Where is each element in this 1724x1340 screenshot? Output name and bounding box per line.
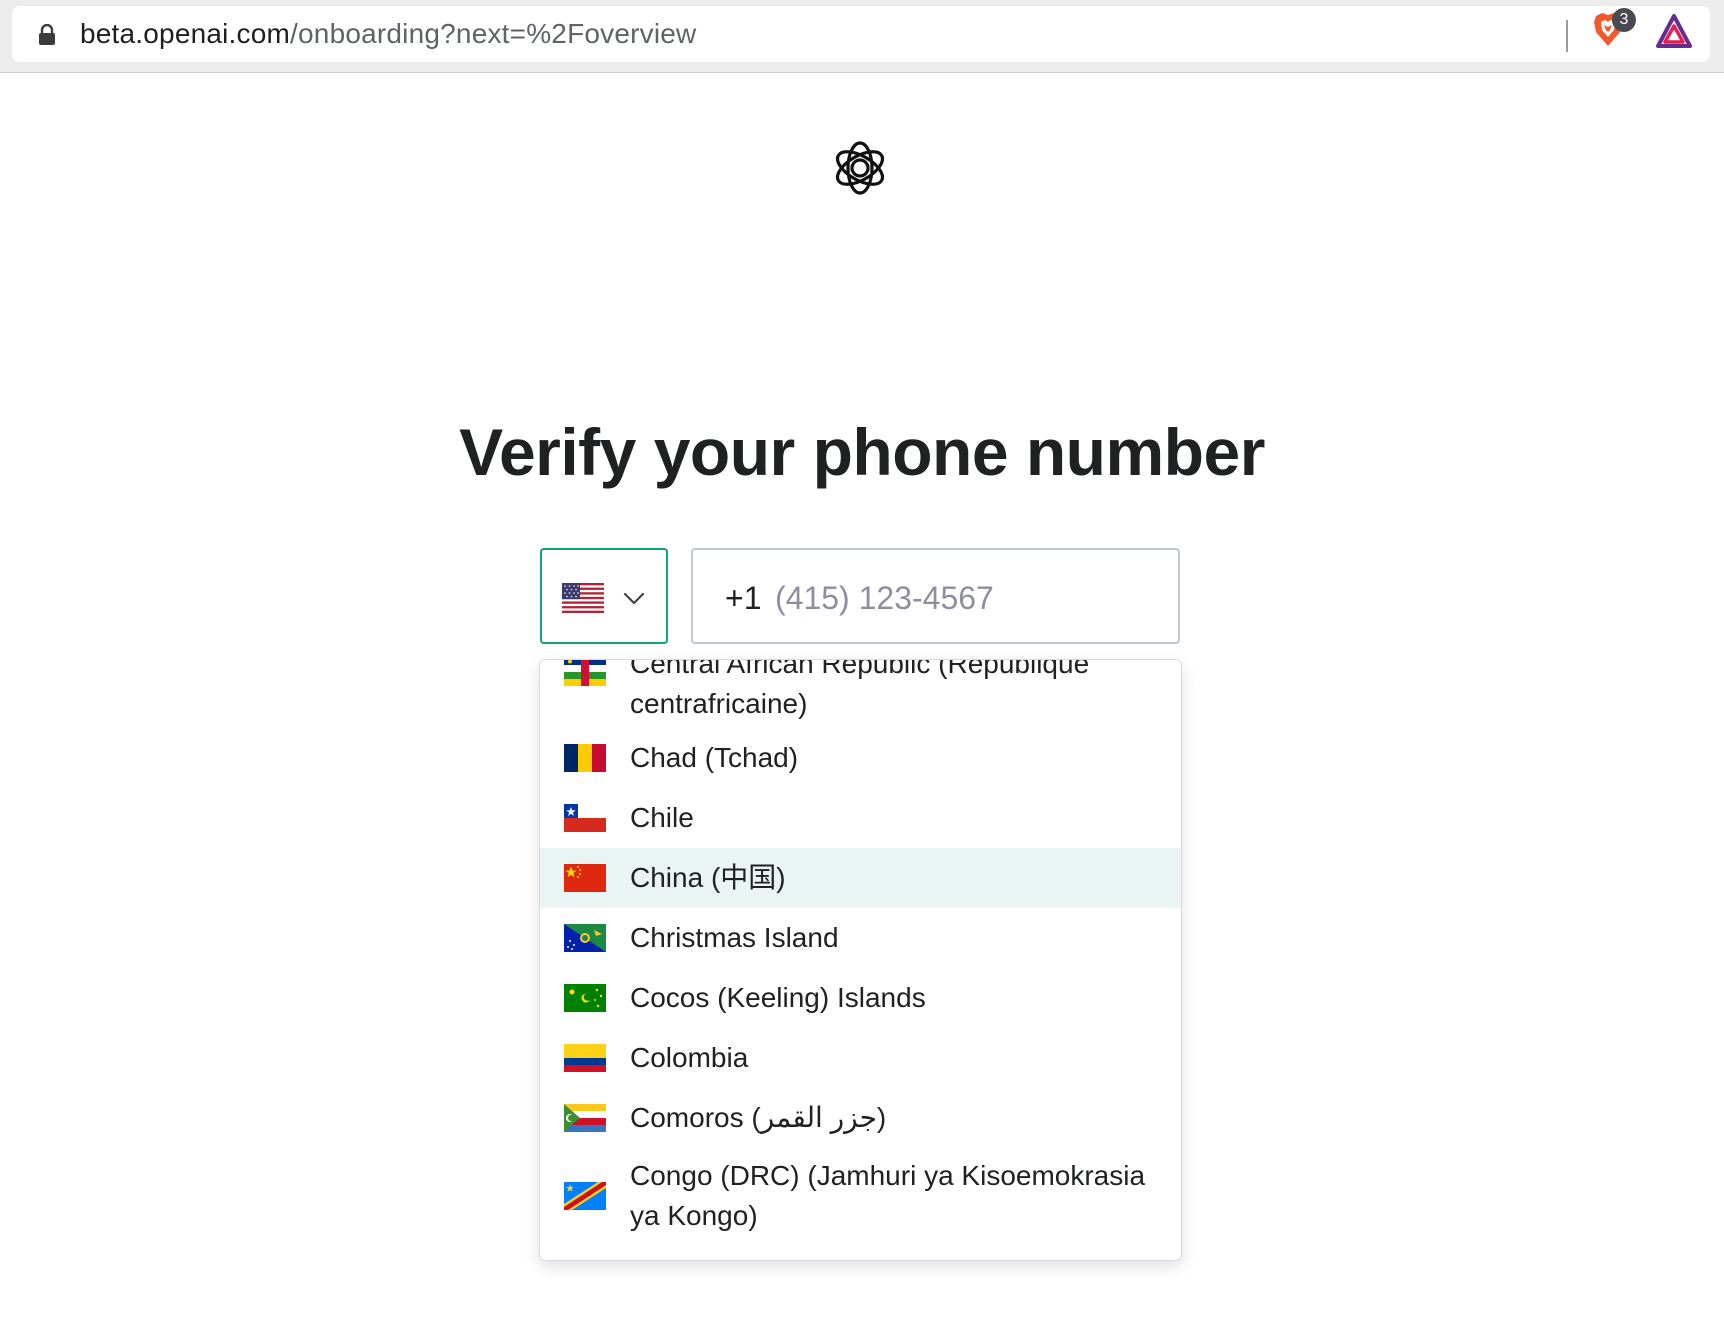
country-name: Christmas Island [630,922,839,953]
country-option-cocos-islands[interactable]: Cocos (Keeling) Islands [540,968,1181,1028]
address-bar[interactable]: beta.openai.com/onboarding?next=%2Foverv… [12,6,1710,62]
lock-icon [39,24,55,45]
us-flag-icon [562,583,604,613]
km-flag-icon [564,1104,606,1132]
cd-flag-icon [564,1182,606,1210]
page-title: Verify your phone number [459,415,1265,489]
phone-number-input[interactable] [775,574,1155,622]
dial-code: +1 [725,580,762,616]
cc-flag-icon [564,984,606,1012]
cf-flag-icon [564,660,606,686]
browser-toolbar: beta.openai.com/onboarding?next=%2Foverv… [0,0,1724,73]
country-name: Chad (Tchad) [630,742,799,773]
openai-logo-icon [835,141,885,195]
chevron-down-icon [623,592,645,605]
country-option-colombia[interactable]: Colombia [540,1028,1181,1088]
country-name: Cocos (Keeling) Islands [630,982,926,1013]
brave-rewards-icon[interactable] [1656,14,1692,48]
country-name: Chile [630,802,694,833]
shield-count-badge: 3 [1612,8,1636,32]
td-flag-icon [564,744,606,772]
url-path: /onboarding?next=%2Foverview [290,18,697,49]
country-dropdown[interactable]: Central African Republic (République cen… [539,659,1182,1261]
co-flag-icon [564,1044,606,1072]
toolbar-divider [1566,20,1568,52]
country-option-comoros[interactable]: Comoros (‫جزر القمر‬‎) [540,1088,1181,1148]
cn-flag-icon [564,864,606,892]
country-name: Central African Republic (République cen… [630,659,1090,719]
country-select-button[interactable] [540,548,668,644]
url-text: beta.openai.com/onboarding?next=%2Foverv… [80,18,696,50]
country-name: Colombia [630,1042,749,1073]
cl-flag-icon [564,804,606,832]
country-name: Comoros (‫جزر القمر‬‎) [630,1102,887,1133]
url-host: beta.openai.com [80,18,291,49]
country-list: Central African Republic (République cen… [540,659,1181,1244]
phone-input-wrapper[interactable]: +1 [691,548,1180,644]
country-option-chile[interactable]: Chile [540,788,1181,848]
country-option-central-african-republic[interactable]: Central African Republic (République cen… [540,659,1181,728]
country-name: China (中国) [630,862,786,893]
country-option-chad[interactable]: Chad (Tchad) [540,728,1181,788]
country-option-congo-drc[interactable]: Congo (DRC) (Jamhuri ya Kisoemokrasia ya… [540,1148,1181,1244]
country-option-china[interactable]: China (中国) [540,848,1181,908]
cx-flag-icon [564,924,606,952]
country-name: Congo (DRC) (Jamhuri ya Kisoemokrasia ya… [630,1160,1146,1231]
country-option-christmas-island[interactable]: Christmas Island [540,908,1181,968]
